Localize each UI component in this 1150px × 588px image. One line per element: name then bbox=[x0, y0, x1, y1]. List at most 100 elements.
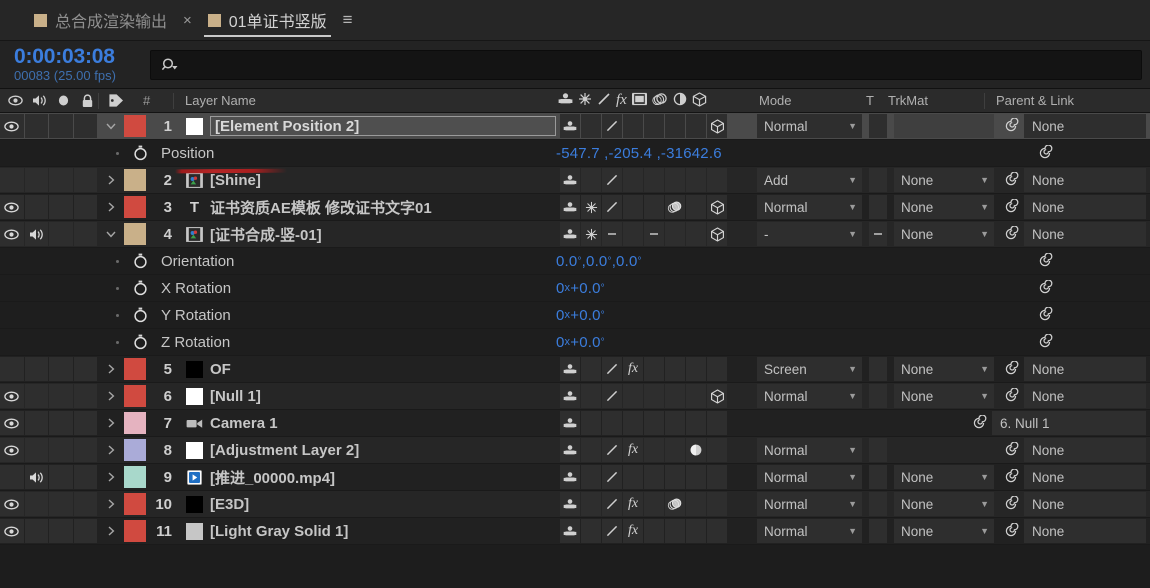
video-visibility-toggle[interactable] bbox=[0, 465, 24, 489]
video-visibility-toggle[interactable] bbox=[0, 357, 24, 381]
blending-mode-dropdown[interactable]: Normal ▼ bbox=[757, 195, 862, 219]
blending-mode-dropdown[interactable]: Normal ▼ bbox=[757, 465, 862, 489]
layer-name-label[interactable]: [Shine] bbox=[210, 172, 261, 189]
effects-switch[interactable] bbox=[623, 465, 643, 489]
layer-name-cell[interactable]: OF bbox=[174, 356, 560, 382]
layer-label-color[interactable] bbox=[124, 383, 152, 409]
preserve-transparency-toggle[interactable] bbox=[869, 222, 887, 246]
parent-link-value[interactable]: None bbox=[1024, 519, 1146, 543]
layer-name-cell[interactable]: Camera 1 bbox=[174, 410, 560, 436]
solo-toggle[interactable] bbox=[49, 465, 73, 489]
twirl-arrow[interactable] bbox=[98, 113, 124, 139]
adjustment-switch[interactable] bbox=[686, 195, 706, 219]
twirl-arrow[interactable] bbox=[98, 383, 124, 409]
video-visibility-toggle[interactable] bbox=[0, 114, 24, 138]
3d-layer-icon[interactable] bbox=[692, 91, 707, 110]
3d-layer-switch[interactable] bbox=[707, 492, 727, 516]
t-cell[interactable] bbox=[862, 491, 894, 517]
shy-switch[interactable] bbox=[560, 357, 580, 381]
layer-label-color[interactable] bbox=[124, 194, 152, 220]
twirl-arrow[interactable] bbox=[98, 410, 124, 436]
quality-switch[interactable] bbox=[602, 411, 622, 435]
effects-switch[interactable] bbox=[623, 195, 643, 219]
effects-switch[interactable] bbox=[623, 384, 643, 408]
lock-toggle[interactable] bbox=[73, 114, 97, 138]
3d-layer-switch[interactable] bbox=[707, 438, 727, 462]
blending-mode-cell[interactable]: Normal ▼ bbox=[757, 194, 862, 220]
quality-switch[interactable] bbox=[602, 114, 622, 138]
layer-row[interactable]: 2 [Shine] Add ▼ None ▼ None bbox=[0, 167, 1150, 194]
quality-switch[interactable] bbox=[602, 222, 622, 246]
blending-mode-dropdown[interactable]: Screen ▼ bbox=[757, 357, 862, 381]
blending-mode-dropdown[interactable]: Normal ▼ bbox=[757, 492, 862, 516]
layer-label-color[interactable] bbox=[124, 167, 152, 193]
frame-blend-switch[interactable] bbox=[644, 411, 664, 435]
parent-link-value[interactable]: None bbox=[1024, 195, 1146, 219]
solo-toggle[interactable] bbox=[49, 384, 73, 408]
solo-toggle[interactable] bbox=[49, 357, 73, 381]
lock-toggle[interactable] bbox=[73, 465, 97, 489]
video-visibility-toggle[interactable] bbox=[0, 519, 24, 543]
blending-mode-dropdown[interactable]: Add ▼ bbox=[757, 168, 862, 192]
layer-name-cell[interactable]: T 证书资质AE模板 修改证书文字01 bbox=[174, 194, 560, 220]
label-column-header[interactable] bbox=[99, 93, 133, 108]
quality-switch[interactable] bbox=[602, 195, 622, 219]
parent-link-value[interactable]: 6. Null 1 bbox=[992, 411, 1146, 435]
preserve-transparency-toggle[interactable] bbox=[869, 195, 887, 219]
quality-switch[interactable] bbox=[602, 465, 622, 489]
3d-layer-switch[interactable] bbox=[707, 168, 727, 192]
video-visibility-toggle[interactable] bbox=[0, 195, 24, 219]
track-matte-cell[interactable]: None ▼ bbox=[894, 356, 998, 382]
parent-pickwhip-icon[interactable] bbox=[998, 194, 1024, 220]
blending-mode-dropdown[interactable]: Normal ▼ bbox=[757, 519, 862, 543]
shy-switch[interactable] bbox=[560, 411, 580, 435]
blending-mode-cell[interactable]: Normal ▼ bbox=[757, 491, 862, 517]
blending-mode-cell[interactable]: - ▼ bbox=[757, 221, 862, 247]
layer-name-cell[interactable]: [Light Gray Solid 1] bbox=[174, 518, 560, 544]
t-cell[interactable] bbox=[862, 356, 894, 382]
stopwatch-icon[interactable] bbox=[133, 307, 148, 323]
track-matte-dropdown[interactable]: None ▼ bbox=[894, 519, 994, 543]
blending-mode-cell[interactable]: Normal ▼ bbox=[757, 113, 862, 139]
3d-layer-switch[interactable] bbox=[707, 465, 727, 489]
video-visibility-toggle[interactable] bbox=[0, 384, 24, 408]
audio-toggle[interactable] bbox=[24, 168, 48, 192]
parent-pickwhip-icon[interactable] bbox=[1032, 302, 1058, 328]
effects-switch[interactable]: fx bbox=[623, 519, 643, 543]
track-matte-dropdown[interactable]: None ▼ bbox=[894, 168, 994, 192]
adjustment-icon[interactable] bbox=[673, 92, 687, 109]
collapse-transform-switch[interactable] bbox=[581, 519, 601, 543]
preserve-transparency-toggle[interactable] bbox=[869, 492, 887, 516]
motion-blur-switch[interactable] bbox=[665, 114, 685, 138]
parent-pickwhip-icon[interactable] bbox=[998, 167, 1024, 193]
audio-toggle[interactable] bbox=[24, 492, 48, 516]
blending-mode-cell[interactable]: Normal ▼ bbox=[757, 518, 862, 544]
3d-layer-switch[interactable] bbox=[707, 411, 727, 435]
effects-switch[interactable] bbox=[623, 168, 643, 192]
twirl-arrow[interactable] bbox=[98, 518, 124, 544]
parent-link-cell[interactable]: None bbox=[1024, 491, 1150, 517]
audio-toggle[interactable] bbox=[24, 195, 48, 219]
layer-label-color[interactable] bbox=[124, 356, 152, 382]
panel-menu-icon[interactable]: ≡ bbox=[341, 10, 355, 30]
quality-switch[interactable] bbox=[602, 492, 622, 516]
effects-fx-icon[interactable]: fx bbox=[616, 92, 627, 109]
solo-toggle[interactable] bbox=[49, 438, 73, 462]
parent-pickwhip-icon[interactable] bbox=[998, 464, 1024, 490]
collapse-transform-switch[interactable] bbox=[581, 195, 601, 219]
solo-toggle[interactable] bbox=[49, 114, 73, 138]
layer-name-cell[interactable]: [Element Position 2] bbox=[174, 113, 560, 139]
effects-switch[interactable] bbox=[623, 114, 643, 138]
frame-blend-icon[interactable] bbox=[631, 92, 648, 109]
property-value[interactable]: 0 x +0.0 ° bbox=[556, 329, 771, 355]
adjustment-switch[interactable] bbox=[686, 465, 706, 489]
speaker-icon[interactable] bbox=[28, 94, 50, 107]
preserve-transparency-toggle[interactable] bbox=[869, 357, 887, 381]
t-cell[interactable] bbox=[862, 464, 894, 490]
motion-blur-switch[interactable] bbox=[665, 519, 685, 543]
blending-mode-dropdown[interactable]: Normal ▼ bbox=[757, 114, 862, 138]
solo-toggle[interactable] bbox=[49, 168, 73, 192]
solo-icon[interactable] bbox=[52, 94, 74, 107]
audio-toggle[interactable] bbox=[24, 438, 48, 462]
layer-name-cell[interactable]: [Adjustment Layer 2] bbox=[174, 437, 560, 463]
